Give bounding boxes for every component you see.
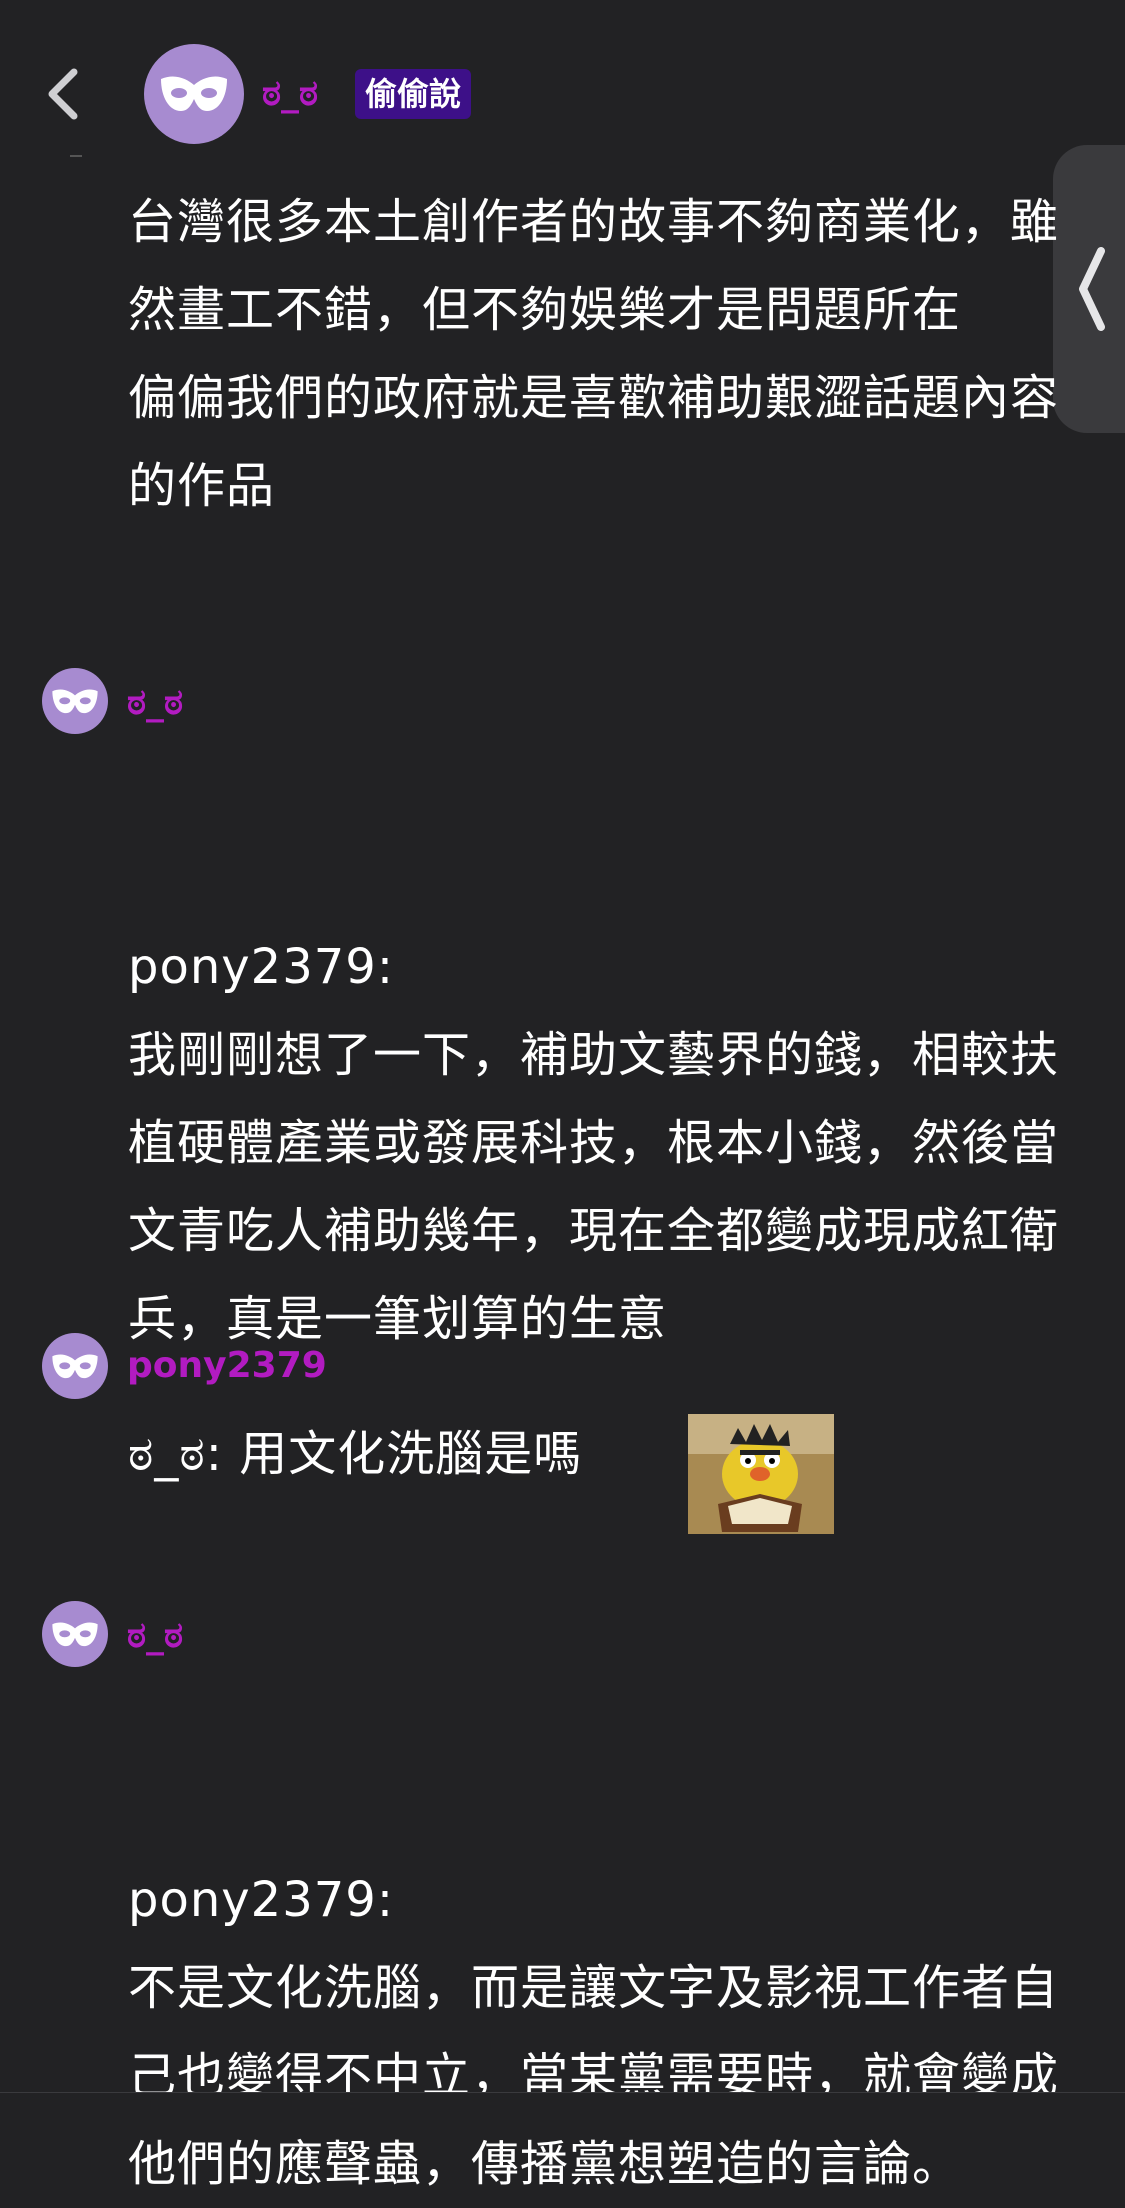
message-username[interactable]: pony2379	[127, 1344, 327, 1388]
mask-icon	[52, 689, 98, 713]
message-text: pony2379: 不是文化洗腦，而是讓文字及影視工作者自己也變得不中立，當某黨需…	[128, 1680, 1063, 2208]
message-body: 不是文化洗腦，而是讓文字及影視工作者自己也變得不中立，當某黨需要時，就會變成他們…	[128, 1960, 1060, 2192]
divider	[70, 155, 82, 157]
chevron-left-icon	[1079, 247, 1105, 331]
chevron-left-icon	[48, 68, 78, 120]
reply-reference: pony2379:	[128, 1872, 394, 1928]
back-button[interactable]	[38, 62, 88, 126]
message-text: 台灣很多本土創作者的故事不夠商業化，雖然畫工不錯，但不夠娛樂才是問題所在 偏偏我…	[128, 194, 1060, 514]
bert-reading-sticker[interactable]	[688, 1414, 834, 1534]
message-text: ಠ_ಠ: 用文化洗腦是嗎	[128, 1426, 583, 1482]
side-drawer-tab[interactable]	[1053, 145, 1125, 433]
message-text: pony2379: 我剛剛想了一下，補助文藝界的錢，相較扶植硬體產業或發展科技，根…	[128, 747, 1063, 1363]
bottom-edge	[0, 2092, 1125, 2109]
message-body: 我剛剛想了一下，補助文藝界的錢，相較扶植硬體產業或發展科技，根本小錢，然後當文青…	[128, 1027, 1060, 1347]
avatar[interactable]	[144, 44, 244, 144]
header-username[interactable]: ಠ_ಠ	[262, 72, 318, 116]
message-username[interactable]: ಠ_ಠ	[127, 681, 183, 725]
avatar[interactable]	[42, 1601, 108, 1667]
avatar[interactable]	[42, 668, 108, 734]
mask-icon	[52, 1354, 98, 1378]
chat-header: ಠ_ಠ 偷偷說	[0, 0, 1125, 150]
message-username[interactable]: ಠ_ಠ	[127, 1614, 183, 1658]
reply-reference: pony2379:	[128, 939, 394, 995]
anonymous-badge: 偷偷說	[355, 69, 472, 119]
avatar[interactable]	[42, 1333, 108, 1399]
mask-icon	[161, 76, 227, 111]
mask-icon	[52, 1622, 98, 1646]
